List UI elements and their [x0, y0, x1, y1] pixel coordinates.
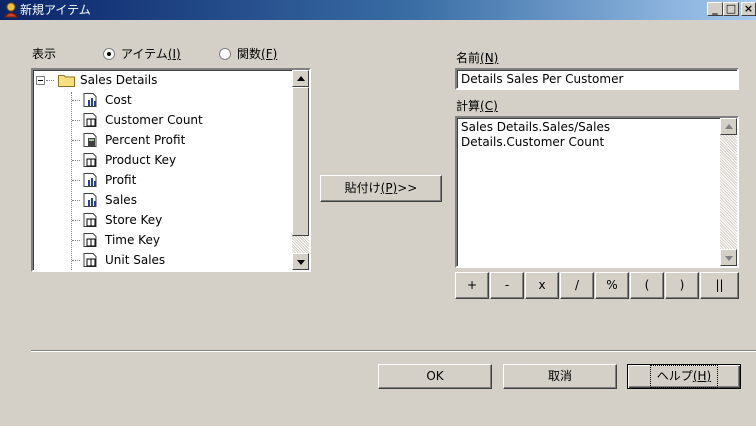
tree-line: [72, 180, 80, 181]
measure-icon: [83, 193, 97, 207]
scroll-up-icon[interactable]: [720, 118, 737, 135]
window-title: 新規アイテム: [20, 3, 91, 17]
measure-icon: [83, 93, 97, 107]
minimize-button[interactable]: _: [707, 2, 723, 16]
calc-measure-icon: [83, 133, 97, 147]
tree-item[interactable]: Unit Sales: [33, 250, 289, 270]
radio-functions[interactable]: [219, 48, 231, 60]
operator-multiply-button[interactable]: x: [525, 272, 559, 299]
tree-item-label: Product Key: [105, 153, 177, 167]
ok-button[interactable]: OK: [378, 364, 492, 389]
person-icon: [3, 2, 19, 18]
new-item-dialog: 新規アイテム _ □ × 表示 アイテム(I) 関数(F) Sales Deta…: [0, 0, 756, 426]
dimension-icon: [83, 253, 97, 267]
tree-line: [72, 160, 80, 161]
maximize-button[interactable]: □: [723, 2, 739, 16]
tree-line: [72, 260, 80, 261]
paste-button[interactable]: 貼付け(P) >>: [320, 175, 442, 202]
tree-item[interactable]: Sales: [33, 190, 289, 210]
radio-items[interactable]: [103, 48, 115, 60]
calc-label: 計算(C): [456, 99, 498, 113]
calc-text: Sales Details.Sales/Sales Details.Custom…: [461, 120, 611, 149]
tree-item[interactable]: Customer Count: [33, 110, 289, 130]
tree-item-label: Profit: [105, 173, 137, 187]
tree-item[interactable]: Percent Profit: [33, 130, 289, 150]
operator-close-paren-button[interactable]: ): [665, 272, 699, 299]
dimension-icon: [83, 113, 97, 127]
tree-line: [72, 120, 80, 121]
tree-item-label: Sales: [105, 193, 137, 207]
tree-line: [72, 220, 80, 221]
calc-textarea[interactable]: Sales Details.Sales/Sales Details.Custom…: [455, 116, 739, 268]
scroll-down-icon[interactable]: [720, 249, 737, 266]
tree-item[interactable]: Cost: [33, 90, 289, 110]
help-button-label: ヘルプ(H): [649, 365, 719, 388]
tree-item[interactable]: Time Key: [33, 230, 289, 250]
tree-item-label: Unit Sales: [105, 253, 166, 267]
calc-scrollbar[interactable]: [720, 118, 737, 266]
scroll-down-icon[interactable]: [292, 253, 309, 270]
scroll-up-icon[interactable]: [292, 70, 309, 87]
separator: [31, 350, 756, 352]
tree-line: [46, 80, 54, 81]
operator-minus-button[interactable]: -: [490, 272, 524, 299]
radio-items-label[interactable]: アイテム(I): [121, 46, 181, 62]
tree-line: [72, 240, 80, 241]
tree-item-label: Percent Profit: [105, 133, 186, 147]
tree-item-label: Time Key: [105, 233, 160, 247]
close-button[interactable]: ×: [741, 2, 756, 16]
tree-item-label: Cost: [105, 93, 132, 107]
scroll-thumb[interactable]: [292, 87, 309, 236]
operator-open-paren-button[interactable]: (: [630, 272, 664, 299]
operator-percent-button[interactable]: %: [595, 272, 629, 299]
measure-icon: [83, 173, 97, 187]
tree-item-label: Store Key: [105, 213, 163, 227]
tree-content: Sales Details Cost Customer Count Percen…: [33, 70, 289, 270]
tree-item-label: Customer Count: [105, 113, 203, 127]
operator-plus-button[interactable]: +: [455, 272, 489, 299]
tree-item[interactable]: Product Key: [33, 150, 289, 170]
dimension-icon: [83, 213, 97, 227]
tree-item[interactable]: Profit: [33, 170, 289, 190]
operator-concat-button[interactable]: ||: [700, 272, 739, 299]
folder-icon: [58, 75, 75, 87]
tree-line: [72, 140, 80, 141]
collapse-icon[interactable]: [36, 76, 45, 85]
operator-divide-button[interactable]: /: [560, 272, 594, 299]
item-tree[interactable]: Sales Details Cost Customer Count Percen…: [31, 68, 311, 272]
name-label: 名前(N): [456, 51, 499, 65]
dimension-icon: [83, 153, 97, 167]
tree-scrollbar[interactable]: [292, 70, 309, 270]
title-bar[interactable]: 新規アイテム _ □ ×: [0, 0, 756, 20]
tree-root-label: Sales Details: [80, 73, 158, 87]
display-label: 表示: [32, 47, 57, 61]
radio-functions-label[interactable]: 関数(F): [237, 46, 277, 62]
help-button[interactable]: ヘルプ(H): [627, 364, 741, 389]
tree-item[interactable]: Store Key: [33, 210, 289, 230]
name-input[interactable]: Details Sales Per Customer: [455, 68, 739, 90]
tree-line: [72, 200, 80, 201]
tree-line: [72, 100, 80, 101]
dimension-icon: [83, 233, 97, 247]
cancel-button[interactable]: 取消: [503, 364, 617, 389]
